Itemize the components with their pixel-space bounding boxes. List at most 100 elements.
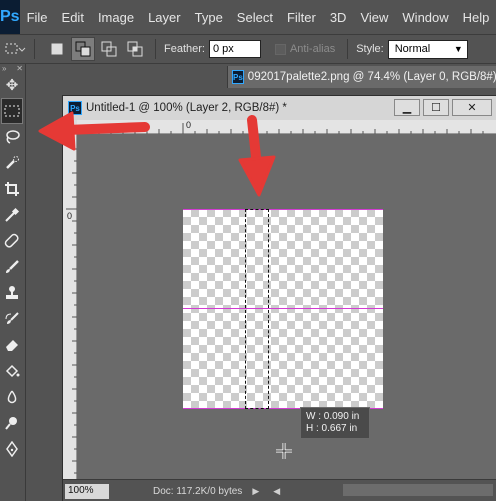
photoshop-window: Ps File Edit Image Layer Type Select Fil… [0, 0, 496, 501]
ps-logo: Ps [0, 0, 20, 34]
intersect-selection-button[interactable] [123, 37, 147, 61]
menu-3d[interactable]: 3D [323, 10, 354, 25]
dodge-tool[interactable] [1, 410, 23, 436]
crop-icon [5, 182, 19, 196]
antialias-label: Anti-alias [289, 43, 336, 55]
chevron-down-icon: ▼ [453, 43, 463, 54]
menu-layer[interactable]: Layer [141, 10, 188, 25]
healing-brush-icon [4, 233, 19, 248]
menu-view[interactable]: View [353, 10, 395, 25]
status-menu-arrow-icon[interactable]: ▶ [252, 486, 259, 497]
menu-file[interactable]: File [20, 10, 55, 25]
add-selection-icon [75, 41, 91, 57]
history-brush-icon [5, 312, 19, 324]
feather-label: Feather: [164, 43, 205, 55]
paint-bucket-icon [5, 364, 20, 378]
divider [34, 39, 35, 59]
intersect-selection-icon [127, 41, 143, 57]
horizontal-scrollbar[interactable] [343, 484, 493, 496]
scroll-left-icon[interactable]: ◀ [273, 486, 280, 497]
brush-tool[interactable] [1, 254, 23, 280]
pen-icon [6, 441, 18, 457]
new-selection-icon [51, 43, 63, 55]
background-document-tab[interactable]: Ps 092017palette2.png @ 74.4% (Layer 0, … [227, 66, 496, 88]
zoom-field[interactable]: 100% [65, 483, 109, 499]
blur-tool[interactable] [1, 384, 23, 410]
pen-tool[interactable] [1, 436, 23, 462]
eyedropper-icon [5, 207, 20, 222]
options-bar: Feather: 0 px Anti-alias Style: Normal ▼ [0, 34, 496, 64]
feather-input[interactable]: 0 px [208, 40, 261, 58]
ruler-zero-label-v: 0 [67, 211, 73, 221]
menu-help[interactable]: Help [456, 10, 496, 25]
menu-select[interactable]: Select [230, 10, 280, 25]
divider [347, 39, 349, 59]
background-document-title: 092017palette2.png @ 74.4% (Layer 0, RGB… [247, 71, 496, 83]
close-icon: ✕ [16, 63, 23, 73]
lasso-icon [6, 130, 20, 144]
rectangular-marquee-tool[interactable] [1, 98, 23, 124]
healing-brush-tool[interactable] [1, 228, 23, 254]
tool-preset-picker[interactable] [4, 38, 26, 60]
minimize-icon: ▁ [402, 102, 412, 114]
new-selection-button[interactable] [45, 37, 69, 61]
marquee-preset-icon [5, 43, 26, 54]
ps-document-icon: Ps [68, 101, 82, 115]
minimize-button[interactable]: ▁ [394, 99, 420, 116]
history-brush-tool[interactable] [1, 306, 23, 332]
guide-horizontal-middle[interactable] [183, 308, 383, 309]
close-icon: ✕ [467, 102, 477, 114]
panel-grip[interactable]: » ✕ [0, 63, 25, 73]
eraser-icon [6, 340, 18, 351]
crosshair-cursor-icon [276, 443, 292, 459]
ps-document-icon: Ps [232, 70, 244, 84]
document-window: Ps Untitled-1 @ 100% (Layer 2, RGB/8#) *… [62, 95, 496, 501]
tooltip-height: H : 0.667 in [306, 423, 358, 434]
style-value: Normal [394, 42, 431, 55]
subtract-selection-icon [101, 41, 117, 57]
eraser-tool[interactable] [1, 332, 23, 358]
add-to-selection-button[interactable] [71, 37, 95, 61]
menu-image[interactable]: Image [91, 10, 141, 25]
quick-select-icon [6, 156, 19, 169]
paint-bucket-tool[interactable] [1, 358, 23, 384]
quick-select-tool[interactable] [1, 150, 23, 176]
antialias-checkbox[interactable] [274, 43, 286, 55]
clone-stamp-tool[interactable] [1, 280, 23, 306]
ruler-origin[interactable] [63, 120, 77, 134]
vertical-ruler[interactable]: 0 [63, 134, 77, 479]
eyedropper-tool[interactable] [1, 202, 23, 228]
menu-type[interactable]: Type [188, 10, 230, 25]
document-title: Untitled-1 @ 100% (Layer 2, RGB/8#) * [86, 102, 287, 114]
ruler-ticks-v [66, 148, 77, 474]
marquee-selection[interactable] [245, 209, 269, 409]
menu-filter[interactable]: Filter [280, 10, 323, 25]
move-icon: ✥ [5, 77, 19, 94]
document-title-bar[interactable]: Ps Untitled-1 @ 100% (Layer 2, RGB/8#) *… [63, 96, 496, 120]
divider [155, 39, 156, 59]
menu-bar: Ps File Edit Image Layer Type Select Fil… [0, 0, 496, 34]
menu-window[interactable]: Window [395, 10, 455, 25]
lasso-tool[interactable] [1, 124, 23, 150]
document-info[interactable]: Doc: 117.2K/0 bytes [153, 486, 242, 497]
horizontal-ruler[interactable]: 0 [77, 120, 496, 134]
ruler-ticks [86, 123, 484, 134]
pasteboard[interactable]: W : 0.090 in H : 0.667 in [77, 134, 496, 479]
maximize-button[interactable]: ☐ [423, 99, 449, 116]
selection-size-tooltip: W : 0.090 in H : 0.667 in [300, 407, 370, 439]
tooltip-width: W : 0.090 in [306, 411, 360, 422]
crop-tool[interactable] [1, 176, 23, 202]
brush-icon [6, 260, 19, 273]
canvas[interactable] [183, 209, 383, 409]
style-select[interactable]: Normal ▼ [387, 39, 468, 59]
menu-edit[interactable]: Edit [55, 10, 91, 25]
guide-horizontal-top[interactable] [183, 209, 383, 210]
dodge-icon [5, 417, 17, 430]
move-tool[interactable]: ✥ [1, 72, 23, 98]
maximize-icon: ☐ [431, 102, 441, 114]
style-label: Style: [356, 43, 384, 55]
blur-icon [7, 390, 17, 404]
subtract-from-selection-button[interactable] [97, 37, 121, 61]
close-button[interactable]: ✕ [452, 99, 492, 116]
tools-panel: » ✕ ✥ [0, 64, 26, 501]
